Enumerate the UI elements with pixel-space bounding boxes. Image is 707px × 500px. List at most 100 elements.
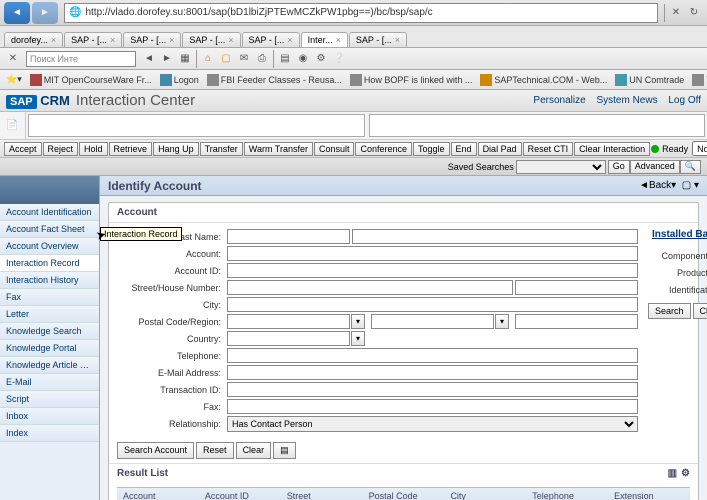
- reload-icon[interactable]: ↻: [685, 4, 703, 22]
- transaction-input[interactable]: [227, 382, 638, 397]
- nav-script[interactable]: Script: [0, 391, 99, 408]
- export-icon[interactable]: ▥: [668, 468, 677, 479]
- bookmark-item[interactable]: UN Comtrade: [615, 74, 684, 86]
- bookmark-item[interactable]: MIT OpenCourseWare Fr...: [30, 74, 152, 86]
- account-input[interactable]: [227, 246, 638, 261]
- note-icon[interactable]: 📄: [0, 112, 26, 139]
- toggle-button[interactable]: Toggle: [413, 142, 450, 156]
- home-icon[interactable]: ⌂: [199, 50, 217, 68]
- tab-item[interactable]: SAP - [...×: [242, 32, 300, 47]
- bookmark-item[interactable]: SAPTechnical.COM - Web...: [480, 74, 607, 86]
- print-icon[interactable]: ⎙: [253, 50, 271, 68]
- relationship-select[interactable]: Has Contact Person: [227, 416, 638, 432]
- value-help-icon[interactable]: ▾: [351, 331, 365, 346]
- clear-button[interactable]: Clear: [693, 303, 707, 319]
- page-icon[interactable]: ▤: [276, 50, 294, 68]
- consult-button[interactable]: Consult: [314, 142, 355, 156]
- reject-button[interactable]: Reject: [43, 142, 79, 156]
- find-next-icon[interactable]: ►: [158, 50, 176, 68]
- tab-item[interactable]: SAP - [...×: [349, 32, 407, 47]
- find-input[interactable]: Поиск Инте: [26, 51, 136, 67]
- telephone-input[interactable]: [227, 348, 638, 363]
- search-button[interactable]: Search: [648, 303, 691, 319]
- street-input[interactable]: [227, 280, 513, 295]
- stop-icon[interactable]: ✕: [667, 4, 685, 22]
- transfer-button[interactable]: Transfer: [200, 142, 243, 156]
- advanced-button[interactable]: Advanced: [630, 160, 680, 174]
- region2-input[interactable]: [515, 314, 638, 329]
- back-button[interactable]: ◄ Back ▾ ▢ ▾: [639, 180, 699, 191]
- logoff-link[interactable]: Log Off: [668, 95, 701, 106]
- find-prev-icon[interactable]: ◄: [140, 50, 158, 68]
- col-city[interactable]: City: [444, 488, 526, 500]
- nav-interaction-record[interactable]: Interaction Record: [0, 255, 99, 272]
- nav-interaction-history[interactable]: Interaction History: [0, 272, 99, 289]
- conference-button[interactable]: Conference: [355, 142, 412, 156]
- go-button[interactable]: Go: [608, 160, 630, 174]
- system-news-link[interactable]: System News: [596, 95, 657, 106]
- col-street[interactable]: Street: [281, 488, 363, 500]
- tab-item[interactable]: SAP - [...×: [64, 32, 122, 47]
- url-bar[interactable]: 🌐http://vlado.dorofey.su:8001/sap(bD1lbi…: [64, 3, 658, 23]
- search-icon[interactable]: 🔍: [680, 160, 701, 174]
- country-input[interactable]: [227, 331, 350, 346]
- bookmark-item[interactable]: Logon: [160, 74, 199, 86]
- safety-icon[interactable]: ◉: [294, 50, 312, 68]
- back-button[interactable]: ◄: [4, 2, 30, 24]
- retrieve-button[interactable]: Retrieve: [109, 142, 153, 156]
- account-id-input[interactable]: [227, 263, 638, 278]
- bookmark-item[interactable]: FBI Feeder Classes - Reusa...: [207, 74, 342, 86]
- col-postal[interactable]: Postal Code: [363, 488, 445, 500]
- fax-input[interactable]: [227, 399, 638, 414]
- nav-account-overview[interactable]: Account Overview: [0, 238, 99, 255]
- search-account-button[interactable]: Search Account: [117, 442, 194, 459]
- accept-button[interactable]: Accept: [4, 142, 42, 156]
- value-help-icon[interactable]: ▾: [351, 314, 365, 329]
- tab-item[interactable]: SAP - [...×: [123, 32, 181, 47]
- feed-icon[interactable]: ▢: [217, 50, 235, 68]
- clear-interaction-button[interactable]: Clear Interaction: [574, 142, 650, 156]
- nav-email[interactable]: E-Mail: [0, 374, 99, 391]
- help-icon[interactable]: ❔: [330, 50, 348, 68]
- scratchpad-2[interactable]: [369, 114, 706, 137]
- nav-index[interactable]: Index: [0, 425, 99, 442]
- nav-inbox[interactable]: Inbox: [0, 408, 99, 425]
- last-name-input[interactable]: [352, 229, 638, 244]
- hold-button[interactable]: Hold: [79, 142, 108, 156]
- city-input[interactable]: [227, 297, 638, 312]
- nav-knowledge-search[interactable]: Knowledge Search: [0, 323, 99, 340]
- mail-icon[interactable]: ✉: [235, 50, 253, 68]
- more-icon[interactable]: ▤: [273, 442, 296, 459]
- end-button[interactable]: End: [451, 142, 477, 156]
- tab-item[interactable]: SAP - [...×: [182, 32, 240, 47]
- tab-item[interactable]: dorofey...×: [4, 32, 63, 47]
- highlight-icon[interactable]: ▦: [176, 50, 194, 68]
- reset-cti-button[interactable]: Reset CTI: [523, 142, 574, 156]
- col-telephone[interactable]: Telephone: [526, 488, 608, 500]
- col-account-id[interactable]: Account ID: [199, 488, 281, 500]
- close-icon[interactable]: ✕: [4, 50, 22, 68]
- status-select[interactable]: Not Ready: [692, 141, 707, 156]
- forward-button[interactable]: ►: [32, 2, 58, 24]
- reset-button[interactable]: Reset: [196, 442, 234, 459]
- nav-letter[interactable]: Letter: [0, 306, 99, 323]
- col-extension[interactable]: Extension: [608, 488, 690, 500]
- settings-icon[interactable]: ⚙: [681, 468, 690, 479]
- bookmark-item[interactable]: How BOPF is linked with ...: [350, 74, 473, 86]
- warm-transfer-button[interactable]: Warm Transfer: [244, 142, 313, 156]
- clear-button[interactable]: Clear: [236, 442, 272, 459]
- nav-knowledge-article[interactable]: Knowledge Article Sear...: [0, 357, 99, 374]
- tab-installed-base[interactable]: Installed Base: [648, 227, 707, 242]
- house-input[interactable]: [515, 280, 638, 295]
- favorites-icon[interactable]: ⭐▾: [6, 74, 22, 85]
- value-help-icon[interactable]: ▾: [495, 314, 509, 329]
- col-account[interactable]: Account: [117, 488, 199, 500]
- bookmark-item[interactable]: Tulli - Foreign Trade Statis...: [692, 74, 707, 86]
- nav-account-fact-sheet[interactable]: Account Fact Sheet: [0, 221, 99, 238]
- nav-fax[interactable]: Fax: [0, 289, 99, 306]
- personalize-link[interactable]: Personalize: [533, 95, 585, 106]
- scratchpad-1[interactable]: [28, 114, 365, 137]
- tab-item[interactable]: Inter...×: [301, 32, 348, 47]
- nav-knowledge-portal[interactable]: Knowledge Portal: [0, 340, 99, 357]
- region-input[interactable]: [371, 314, 494, 329]
